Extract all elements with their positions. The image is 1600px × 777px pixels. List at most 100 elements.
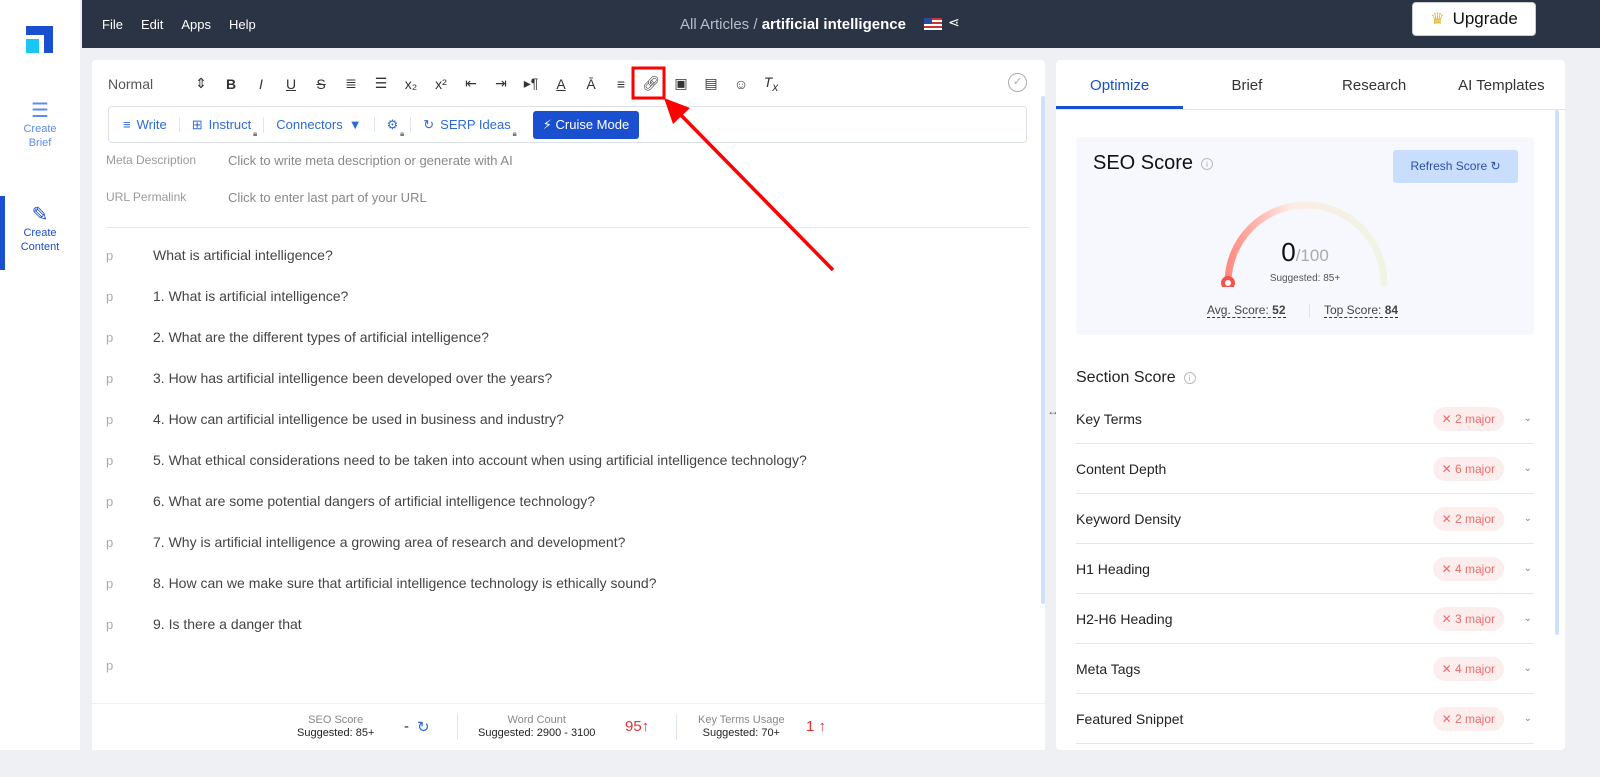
paragraph-text: 9. Is there a danger that — [153, 616, 302, 632]
section-score-row[interactable]: Meta Tags ✕ 4 major ⌄ — [1076, 644, 1534, 694]
style-select[interactable]: Normal — [108, 76, 188, 92]
url-permalink-input[interactable]: Click to enter last part of your URL — [228, 190, 427, 205]
refresh-icon[interactable]: ↻ — [417, 718, 430, 736]
section-score-row[interactable]: H2-H6 Heading ✕ 3 major ⌄ — [1076, 594, 1534, 644]
avg-score-value: 52 — [1272, 303, 1286, 317]
italic-icon[interactable]: I — [248, 76, 274, 92]
superscript-icon[interactable]: x² — [428, 76, 454, 92]
paragraph[interactable]: p 7. Why is artificial intelligence a gro… — [106, 534, 1006, 550]
emoji-icon[interactable]: ☺ — [728, 76, 754, 92]
underline-icon[interactable]: U — [278, 76, 304, 92]
indent-icon[interactable]: ⇥ — [488, 75, 514, 92]
instruct-button[interactable]: ⊞ Instruct 🔒︎ — [180, 116, 265, 138]
bullet-list-icon[interactable]: ☰ — [368, 75, 394, 92]
background-color-icon[interactable]: Ā — [578, 76, 604, 92]
issue-badge: ✕ 4 major — [1432, 556, 1504, 581]
badge-text: 4 major — [1454, 561, 1495, 576]
section-score-row[interactable]: Keyword Density ✕ 2 major ⌄ — [1076, 494, 1534, 544]
chevron-down-icon[interactable]: ⌄ — [1524, 463, 1532, 474]
section-score-row[interactable]: Featured Snippet ✕ 2 major ⌄ — [1076, 694, 1534, 744]
word-count-value: 95↑ — [625, 718, 650, 735]
cruise-mode-button[interactable]: ⚡︎ Cruise Mode — [532, 110, 640, 139]
ordered-list-icon[interactable]: ≣ — [338, 75, 364, 92]
check-circle-icon[interactable]: ✓ — [1008, 73, 1027, 92]
tab-research[interactable]: Research — [1311, 60, 1438, 109]
paragraph[interactable]: p 1. What is artificial intelligence? — [106, 288, 1006, 304]
menu-apps[interactable]: Apps — [181, 17, 211, 32]
tab-optimize[interactable]: Optimize — [1056, 60, 1184, 109]
tab-ai-templates[interactable]: AI Templates — [1438, 60, 1565, 109]
chevron-down-icon[interactable]: ⌄ — [1524, 413, 1532, 424]
chevron-down-icon[interactable]: ⌄ — [1524, 613, 1532, 624]
paragraph[interactable]: p 9. Is there a danger that — [106, 616, 1006, 632]
gear-icon: ⚙ — [386, 116, 399, 132]
issue-badge: ✕ 2 major — [1432, 406, 1504, 431]
paragraph[interactable]: p 5. What ethical considerations need to … — [106, 452, 1006, 468]
section-name: Keyword Density — [1076, 510, 1182, 527]
stat-suggested: Suggested: 85+ — [297, 727, 375, 739]
paragraph[interactable]: p 4. How can artificial intelligence be u… — [106, 411, 1006, 427]
sidebar-item-create-brief[interactable]: ☰ Create Brief — [0, 100, 80, 150]
paragraph[interactable]: p 6. What are some potential dangers of a… — [106, 493, 1006, 509]
paragraph[interactable]: p — [106, 657, 1006, 673]
upgrade-button[interactable]: ♛ Upgrade — [1412, 2, 1536, 36]
badge-text: 3 major — [1454, 611, 1495, 626]
breadcrumb: All Articles / artificial intelligence — [680, 16, 906, 33]
bold-icon[interactable]: B — [218, 76, 244, 92]
menu-help[interactable]: Help — [229, 17, 256, 32]
share-icon[interactable]: ⋖ — [948, 14, 960, 31]
image-icon[interactable]: ▣ — [668, 75, 694, 92]
serp-ideas-button[interactable]: ↻ SERP Ideas 🔒︎ — [411, 117, 523, 138]
refresh-score-button[interactable]: Refresh Score ↻ — [1393, 150, 1518, 183]
text-direction-icon[interactable]: ▸¶ — [518, 75, 544, 92]
paragraph-tag: p — [106, 330, 114, 345]
menu-file[interactable]: File — [102, 17, 123, 32]
badge-text: 2 major — [1454, 411, 1495, 426]
paragraph[interactable]: p 3. How has artificial intelligence been… — [106, 370, 1006, 386]
info-icon[interactable]: i — [1183, 371, 1196, 384]
paragraph-tag: p — [106, 412, 114, 427]
paragraph-text: 8. How can we make sure that artificial … — [153, 575, 657, 591]
settings-button[interactable]: ⚙ 🔒︎ — [375, 116, 412, 138]
editor-scrollbar[interactable] — [1041, 96, 1045, 604]
font-color-icon[interactable]: A — [548, 76, 574, 92]
chevron-down-icon[interactable]: ⌄ — [1524, 513, 1532, 524]
clear-format-icon[interactable]: Tx — [758, 74, 784, 94]
section-name: Meta Tags — [1076, 660, 1141, 677]
section-score-row[interactable]: Content Depth ✕ 6 major ⌄ — [1076, 444, 1534, 494]
select-arrows-icon[interactable]: ⇕ — [188, 75, 214, 92]
breadcrumb-all-articles[interactable]: All Articles — [680, 16, 749, 33]
write-button[interactable]: ≡ Write — [123, 117, 180, 132]
strikethrough-icon[interactable]: S — [308, 76, 334, 92]
info-icon[interactable]: i — [1201, 157, 1214, 170]
logo-icon[interactable] — [26, 26, 53, 53]
tab-brief[interactable]: Brief — [1183, 60, 1310, 109]
paragraph[interactable]: p What is artificial intelligence? — [106, 247, 1006, 263]
meta-description-input[interactable]: Click to write meta description or gener… — [228, 153, 513, 168]
subscript-icon[interactable]: x₂ — [398, 76, 424, 92]
avg-score[interactable]: Avg. Score: 52 — [1207, 303, 1286, 318]
section-score-heading: Section Score — [1076, 369, 1176, 386]
sidebar-label: Create — [23, 123, 57, 135]
paragraph[interactable]: p 8. How can we make sure that artificial… — [106, 575, 1006, 591]
chevron-down-icon[interactable]: ⌄ — [1524, 663, 1532, 674]
key-terms-stat: Key Terms Usage Suggested: 70+ — [698, 714, 785, 740]
top-score[interactable]: Top Score: 84 — [1324, 303, 1399, 318]
paragraph[interactable]: p 2. What are the different types of arti… — [106, 329, 1006, 345]
panel-scrollbar[interactable] — [1555, 110, 1559, 635]
align-icon[interactable]: ≡ — [608, 76, 634, 92]
connectors-dropdown[interactable]: Connectors ▼ — [264, 117, 375, 132]
serp-ideas-label: SERP Ideas — [440, 117, 511, 132]
chevron-down-icon[interactable]: ⌄ — [1524, 713, 1532, 724]
instruct-label: Instruct — [208, 117, 252, 132]
sidebar-item-create-content[interactable]: ✎ Create Content — [0, 196, 80, 270]
menu-edit[interactable]: Edit — [141, 17, 163, 32]
section-score-row[interactable]: Key Terms ✕ 2 major ⌄ — [1076, 394, 1534, 444]
link-icon[interactable]: 🔗︎ — [638, 75, 664, 92]
outdent-icon[interactable]: ⇤ — [458, 75, 484, 92]
us-flag-icon[interactable] — [924, 18, 942, 30]
cruise-mode-label: Cruise Mode — [555, 116, 630, 132]
section-score-row[interactable]: H1 Heading ✕ 4 major ⌄ — [1076, 544, 1534, 594]
video-icon[interactable]: ▤ — [698, 75, 724, 92]
chevron-down-icon[interactable]: ⌄ — [1524, 563, 1532, 574]
